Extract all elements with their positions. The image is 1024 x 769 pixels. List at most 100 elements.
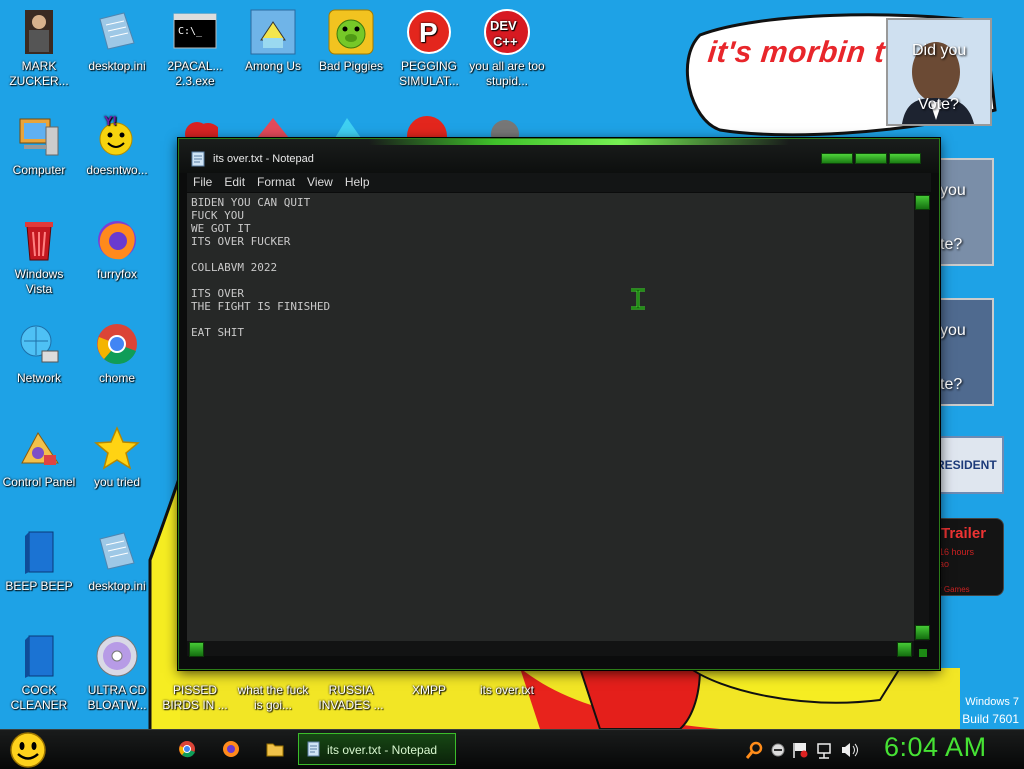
icon-label: you tried: [93, 475, 141, 489]
menu-view[interactable]: View: [301, 173, 339, 189]
taskbar-button-notepad[interactable]: its over.txt - Notepad: [298, 733, 456, 765]
icon-label: chome: [98, 371, 136, 385]
notepad-window[interactable]: its over.txt - Notepad File Edit Format Vie…: [178, 138, 940, 670]
trailer-widget[interactable]: Trailer 16 hours ao r Games: [930, 518, 1004, 596]
icon-label: what the fuck is goi...: [237, 683, 309, 712]
text-cursor-icon: [631, 288, 645, 310]
morbin-banner: it's morbin t: [706, 36, 887, 69]
notepad-icon: [307, 741, 320, 757]
windows-build-watermark: Windows 7 Build 7601: [962, 694, 1019, 728]
peeking-icons: [185, 116, 519, 138]
vote-widget-2-line2: te?: [940, 236, 963, 253]
flag-icon[interactable]: [793, 743, 808, 758]
menu-file[interactable]: File: [187, 173, 218, 189]
resize-grip[interactable]: [919, 649, 927, 657]
chrome-icon[interactable]: [178, 740, 196, 758]
desktop-icon-among-us[interactable]: Among Us: [234, 8, 312, 74]
svg-text:C:\_: C:\_: [178, 26, 203, 37]
start-button-smiley-icon[interactable]: [8, 731, 48, 769]
notepad-text-area[interactable]: BIDEN YOU CAN QUIT FUCK YOU WE GOT IT IT…: [187, 193, 914, 641]
menu-edit[interactable]: Edit: [218, 173, 251, 189]
minimize-button[interactable]: [821, 153, 853, 164]
icon-label: Computer: [12, 163, 66, 177]
scroll-up-button[interactable]: [915, 195, 930, 210]
network-icon[interactable]: [817, 743, 831, 759]
desktop-icon-pegging-simulat[interactable]: P PEGGING SIMULAT...: [390, 8, 468, 89]
desktop-icon-cock-cleaner[interactable]: COCK CLEANER: [0, 632, 78, 713]
desktop-icon-furryfox[interactable]: furryfox: [78, 216, 156, 282]
desktop-icon-desktop-ini[interactable]: desktop.ini: [78, 8, 156, 74]
close-button[interactable]: [889, 153, 921, 164]
scroll-right-button[interactable]: [897, 642, 912, 657]
volume-icon[interactable]: [842, 743, 858, 757]
search-icon[interactable]: [746, 741, 763, 759]
desktop-icon-beep-beep[interactable]: BEEP BEEP: [0, 528, 78, 594]
among-us-icon: [249, 8, 297, 56]
vote-widget-1[interactable]: Did you Vote?: [886, 18, 992, 126]
desktop-icon-bad-piggies[interactable]: Bad Piggies: [312, 8, 390, 74]
notepad-title: its over.txt - Notepad: [213, 153, 314, 165]
desktop-icon-you-all-are-too-stupid[interactable]: DEV C++ you all are too stupid...: [468, 8, 546, 89]
vertical-scrollbar[interactable]: [914, 193, 930, 641]
svg-text:C++: C++: [493, 34, 518, 49]
trailer-sub2: ao: [939, 559, 950, 569]
control-panel-icon: [15, 424, 63, 472]
vote-widget-text-1: Did you: [912, 42, 967, 59]
scroll-down-button[interactable]: [915, 625, 930, 640]
blue-book-icon: [15, 528, 63, 576]
horizontal-scrollbar[interactable]: [187, 641, 914, 657]
icon-label: Among Us: [244, 59, 302, 73]
desktop-icon-2pacal[interactable]: C:\_ 2PACAL... 2.3.exe: [156, 8, 234, 89]
icon-label: its over.txt: [479, 683, 535, 697]
blue-book-icon: [15, 632, 63, 680]
notepad-menubar: File Edit Format View Help: [187, 173, 931, 192]
taskbar-clock[interactable]: 6:04 AM: [884, 732, 987, 763]
dev-cpp-icon: DEV C++: [483, 8, 531, 56]
icon-label: RUSSIA INVADES ...: [318, 683, 384, 712]
desktop-icon-mark-zucker[interactable]: MARK ZUCKER...: [0, 8, 78, 89]
desktop-icon-doesntwo[interactable]: Y! doesntwo...: [78, 112, 156, 178]
desktop-icon-computer[interactable]: Computer: [0, 112, 78, 178]
star-icon: [93, 424, 141, 472]
desktop-icon-desktop-ini-2[interactable]: desktop.ini: [78, 528, 156, 594]
vote-widget-3-line2: te?: [940, 376, 963, 393]
watermark-build: Build 7601: [962, 712, 1019, 726]
desktop-icon-you-tried[interactable]: you tried: [78, 424, 156, 490]
network-icon: [15, 320, 63, 368]
desktop-icon-network[interactable]: Network: [0, 320, 78, 386]
desktop-icon-ultra-cd[interactable]: ULTRA CD BLOATW...: [78, 632, 156, 713]
settings-file-icon: [93, 528, 141, 576]
folder-icon[interactable]: [266, 740, 284, 758]
vote-widget-text-2: Vote?: [918, 96, 959, 113]
icon-label: PEGGING SIMULAT...: [399, 59, 459, 88]
icon-label: you all are too stupid...: [469, 59, 545, 88]
icon-label: furryfox: [96, 267, 137, 281]
menu-format[interactable]: Format: [251, 173, 301, 189]
icon-label: desktop.ini: [88, 579, 146, 593]
desktop-icon-windows-vista[interactable]: Windows Vista: [0, 216, 78, 297]
notepad-titlebar[interactable]: its over.txt - Notepad: [179, 139, 939, 173]
icon-label: Windows Vista: [14, 267, 64, 296]
chrome-icon: [93, 320, 141, 368]
cd-icon: [93, 632, 141, 680]
president-widget[interactable]: RESIDENT: [930, 436, 1004, 494]
taskbar: its over.txt - Notepad 6:04 AM: [0, 729, 1024, 769]
icon-label: Control Panel: [2, 475, 76, 489]
minus-circle-icon[interactable]: [771, 743, 785, 757]
recycle-bin-icon: [15, 216, 63, 264]
menu-help[interactable]: Help: [339, 173, 376, 189]
icon-label: COCK CLEANER: [10, 683, 68, 712]
scroll-left-button[interactable]: [189, 642, 204, 657]
svg-text:Y!: Y!: [104, 113, 117, 128]
icon-label: XMPP: [411, 683, 446, 697]
maximize-button[interactable]: [855, 153, 887, 164]
vote-widget-2-line1: you: [940, 182, 966, 199]
system-tray: [746, 741, 858, 759]
desktop-icon-control-panel[interactable]: Control Panel: [0, 424, 78, 490]
p-logo-icon: P: [405, 8, 453, 56]
firefox-icon[interactable]: [222, 740, 240, 758]
vote-widget-3-line1: you: [940, 322, 966, 339]
trailer-title: Trailer: [941, 525, 987, 542]
desktop-icon-chome[interactable]: chome: [78, 320, 156, 386]
trailer-sub1: 16 hours: [939, 547, 975, 557]
